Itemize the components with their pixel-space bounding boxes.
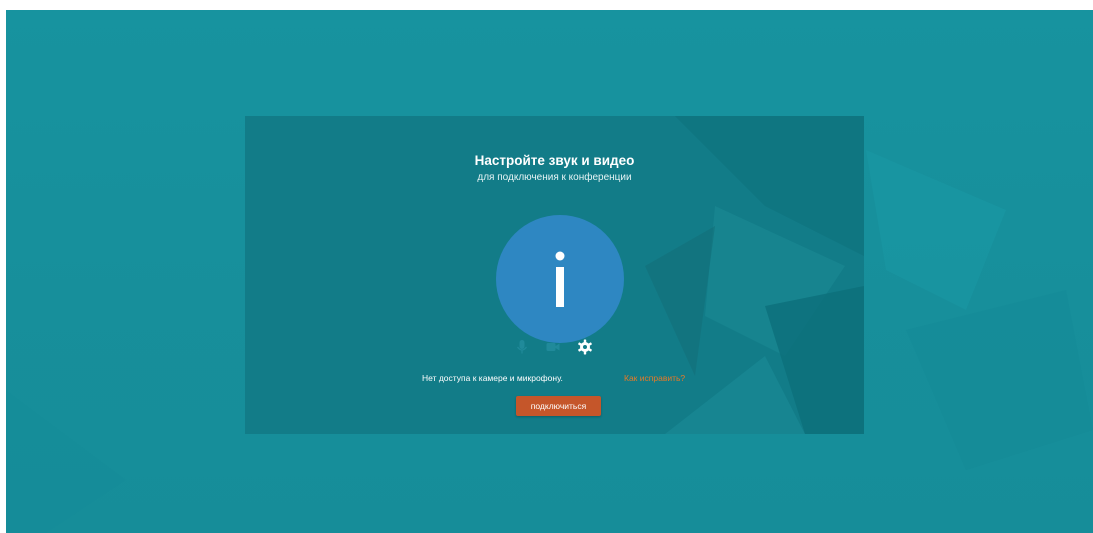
camera-toggle[interactable] xyxy=(544,338,562,356)
connect-button[interactable]: подключиться xyxy=(516,396,601,416)
camera-icon xyxy=(546,343,560,351)
setup-dialog: Настройте звук и видео для подключения к… xyxy=(245,116,864,434)
status-row: Нет доступа к камере и микрофону. Как ис… xyxy=(245,373,864,387)
dialog-subtitle: для подключения к конференции xyxy=(477,172,632,183)
dialog-title: Настройте звук и видео xyxy=(474,153,635,168)
how-to-fix-link[interactable]: Как исправить? xyxy=(624,373,685,383)
gear-icon xyxy=(578,339,592,355)
access-error-message: Нет доступа к камере и микрофону. xyxy=(422,373,563,383)
settings-button[interactable] xyxy=(576,338,594,356)
conference-setup-screen: Настройте звук и видео для подключения к… xyxy=(6,10,1093,533)
media-controls xyxy=(245,338,864,356)
user-avatar xyxy=(496,215,624,343)
microphone-toggle[interactable] xyxy=(513,338,531,356)
microphone-icon xyxy=(516,340,528,354)
info-icon xyxy=(555,251,565,307)
